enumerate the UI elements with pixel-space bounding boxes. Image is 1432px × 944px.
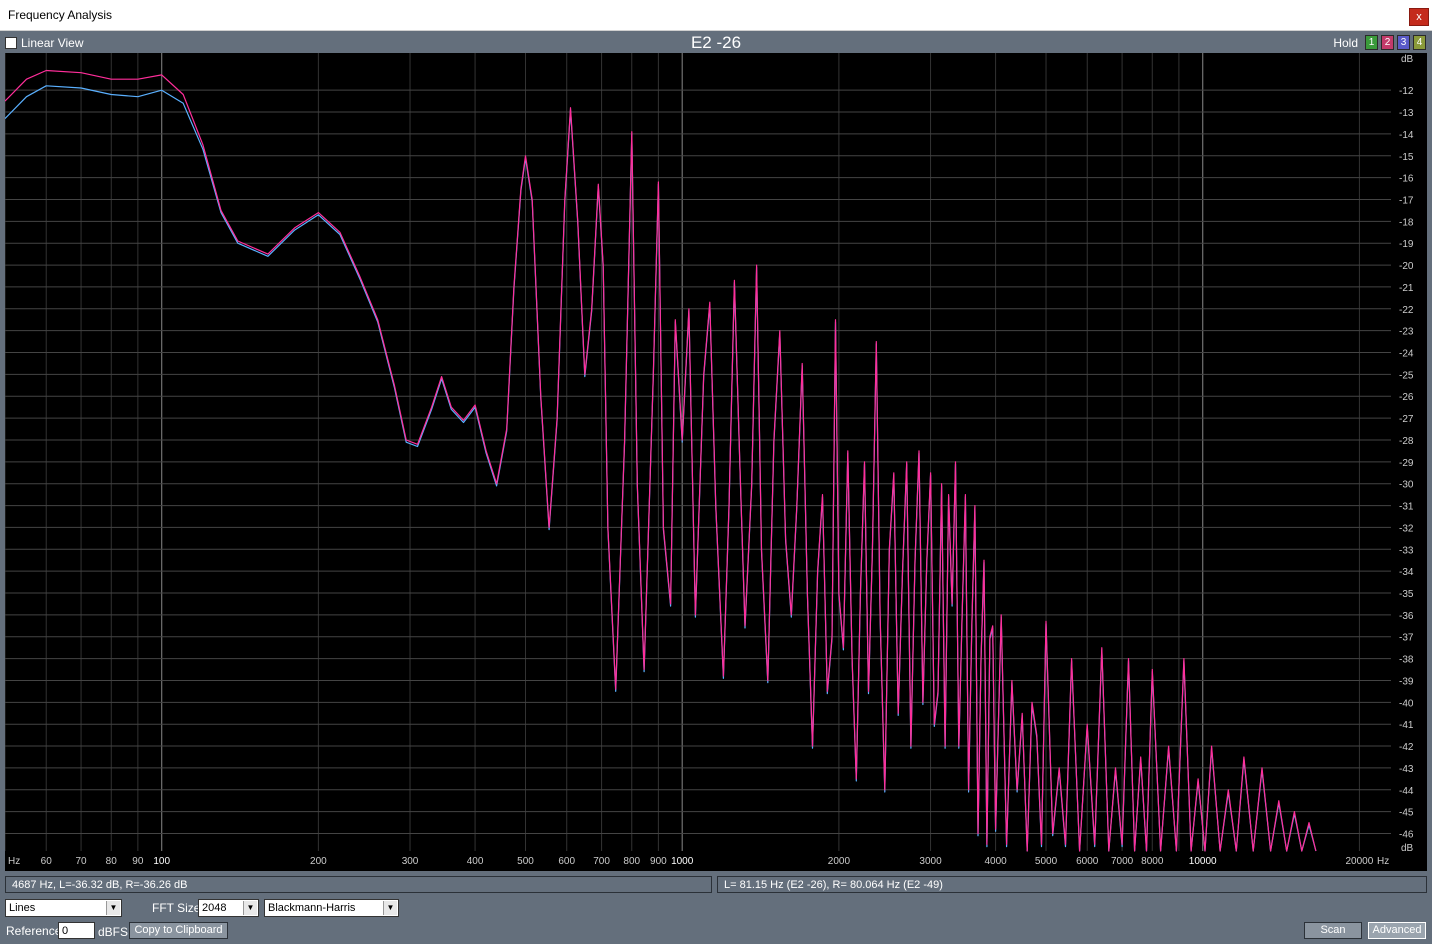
y-tick-label: -33 (1399, 545, 1414, 556)
y-tick-label: -25 (1399, 370, 1414, 381)
x-tick-label: 6000 (1076, 856, 1099, 867)
spectrum-chart[interactable]: dB -12 -13 -14 -15 -16 -17 -18 -19 -20 -21 -22 -23 -2… (5, 53, 1427, 871)
x-tick-label: 20000 (1345, 856, 1373, 867)
chevron-down-icon[interactable]: ▼ (106, 901, 120, 915)
x-tick-label: 3000 (919, 856, 942, 867)
window-title: Frequency Analysis (8, 8, 113, 22)
spectrum-line-right (5, 85, 1317, 852)
x-tick-label: 70 (75, 856, 87, 867)
advanced-button[interactable]: Advanced (1368, 922, 1426, 939)
x-axis-unit-left: Hz (8, 856, 20, 867)
x-tick-label: 800 (623, 856, 640, 867)
y-tick-label: -39 (1399, 676, 1414, 687)
chart-title: E2 -26 (690, 33, 742, 52)
reference-unit: dBFS (98, 925, 129, 939)
x-tick-label: 400 (467, 856, 484, 867)
y-tick-label: -17 (1399, 195, 1414, 206)
x-tick-label: 600 (558, 856, 575, 867)
x-tick-label: 900 (650, 856, 667, 867)
display-mode-value: Lines (9, 902, 36, 914)
y-axis-unit-top: dB (1401, 54, 1414, 65)
y-tick-label: -22 (1399, 305, 1414, 316)
x-tick-label: 5000 (1035, 856, 1058, 867)
y-tick-label: -40 (1399, 698, 1414, 709)
display-mode-select[interactable]: Lines ▼ (5, 899, 122, 917)
y-tick-label: -16 (1399, 174, 1414, 185)
hold-button-2[interactable]: 2 (1381, 35, 1394, 50)
spectrum-line-left (5, 69, 1317, 852)
fft-size-label: FFT Size (152, 901, 201, 915)
y-tick-label: -28 (1399, 436, 1414, 447)
x-tick-label: 2000 (828, 856, 851, 867)
hold-button-1[interactable]: 1 (1365, 35, 1378, 50)
y-tick-label: -41 (1399, 720, 1414, 731)
y-tick-label: -42 (1399, 742, 1414, 753)
y-tick-label: -26 (1399, 392, 1414, 403)
hold-button-3[interactable]: 3 (1397, 35, 1410, 50)
reference-controls: Reference 0 dBFS Copy to Clipboard Scan … (0, 922, 1432, 942)
y-tick-label: -45 (1399, 808, 1414, 819)
title-bar: Frequency Analysis x (0, 0, 1432, 31)
cursor-readout: 4687 Hz, L=-36.32 dB, R=-36.26 dB (5, 876, 712, 893)
y-tick-label: -37 (1399, 633, 1414, 644)
copy-to-clipboard-button[interactable]: Copy to Clipboard (129, 922, 228, 939)
y-tick-label: -20 (1399, 261, 1414, 272)
y-tick-label: -46 (1399, 830, 1414, 841)
x-tick-label: 300 (402, 856, 419, 867)
x-tick-label: 60 (41, 856, 53, 867)
y-axis-unit-bottom: dB (1401, 843, 1414, 854)
chevron-down-icon[interactable]: ▼ (243, 901, 257, 915)
close-button[interactable]: x (1409, 8, 1429, 26)
fft-size-select[interactable]: 2048 ▼ (198, 899, 259, 917)
y-tick-label: -24 (1399, 349, 1414, 360)
x-tick-label: 1000 (671, 856, 694, 867)
y-tick-label: -35 (1399, 589, 1414, 600)
window-function-select[interactable]: Blackmann-Harris ▼ (264, 899, 399, 917)
pitch-readout: L= 81.15 Hz (E2 -26), R= 80.064 Hz (E2 -… (717, 876, 1427, 893)
y-tick-label: -15 (1399, 152, 1414, 163)
scan-button[interactable]: Scan (1304, 922, 1362, 939)
x-tick-label: 100 (153, 856, 170, 867)
y-tick-label: -34 (1399, 567, 1414, 578)
fft-size-value: 2048 (202, 902, 227, 914)
hold-button-4[interactable]: 4 (1413, 35, 1426, 50)
y-tick-label: -36 (1399, 611, 1414, 622)
reference-label: Reference (6, 924, 62, 938)
x-tick-label: 10000 (1189, 856, 1217, 867)
x-tick-label: 200 (310, 856, 327, 867)
y-tick-label: -38 (1399, 655, 1414, 666)
x-tick-label: 90 (132, 856, 144, 867)
y-tick-label: -32 (1399, 523, 1414, 534)
analysis-controls: Lines ▼ FFT Size 2048 ▼ Blackmann-Harris… (0, 899, 1432, 919)
y-tick-label: -12 (1399, 86, 1414, 97)
chart-toolbar: Linear View E2 -26 Hold 1 2 3 4 (0, 31, 1432, 53)
y-tick-label: -31 (1399, 502, 1414, 513)
hold-controls: Hold 1 2 3 4 (1333, 35, 1426, 50)
x-tick-label: 8000 (1141, 856, 1164, 867)
y-tick-label: -23 (1399, 327, 1414, 338)
y-tick-label: -19 (1399, 239, 1414, 250)
y-tick-label: -29 (1399, 458, 1414, 469)
x-tick-label: 700 (593, 856, 610, 867)
chevron-down-icon[interactable]: ▼ (383, 901, 397, 915)
x-tick-label: 80 (106, 856, 118, 867)
y-tick-label: -30 (1399, 480, 1414, 491)
x-axis-unit-right: Hz (1377, 856, 1389, 867)
y-tick-label: -13 (1399, 108, 1414, 119)
x-tick-label: 4000 (984, 856, 1007, 867)
y-tick-label: -18 (1399, 217, 1414, 228)
y-tick-label: -21 (1399, 283, 1414, 294)
x-tick-label: 500 (517, 856, 534, 867)
hold-label: Hold (1333, 35, 1358, 50)
window-function-value: Blackmann-Harris (268, 902, 356, 914)
spectrum-plot-area[interactable]: dB -12 -13 -14 -15 -16 -17 -18 -19 -20 -21 -22 -23 -2… (5, 53, 1427, 871)
y-tick-label: -27 (1399, 414, 1414, 425)
y-tick-label: -43 (1399, 764, 1414, 775)
x-tick-label: 7000 (1111, 856, 1134, 867)
y-tick-label: -44 (1399, 786, 1414, 797)
reference-input[interactable]: 0 (58, 922, 95, 939)
y-tick-label: -14 (1399, 130, 1414, 141)
